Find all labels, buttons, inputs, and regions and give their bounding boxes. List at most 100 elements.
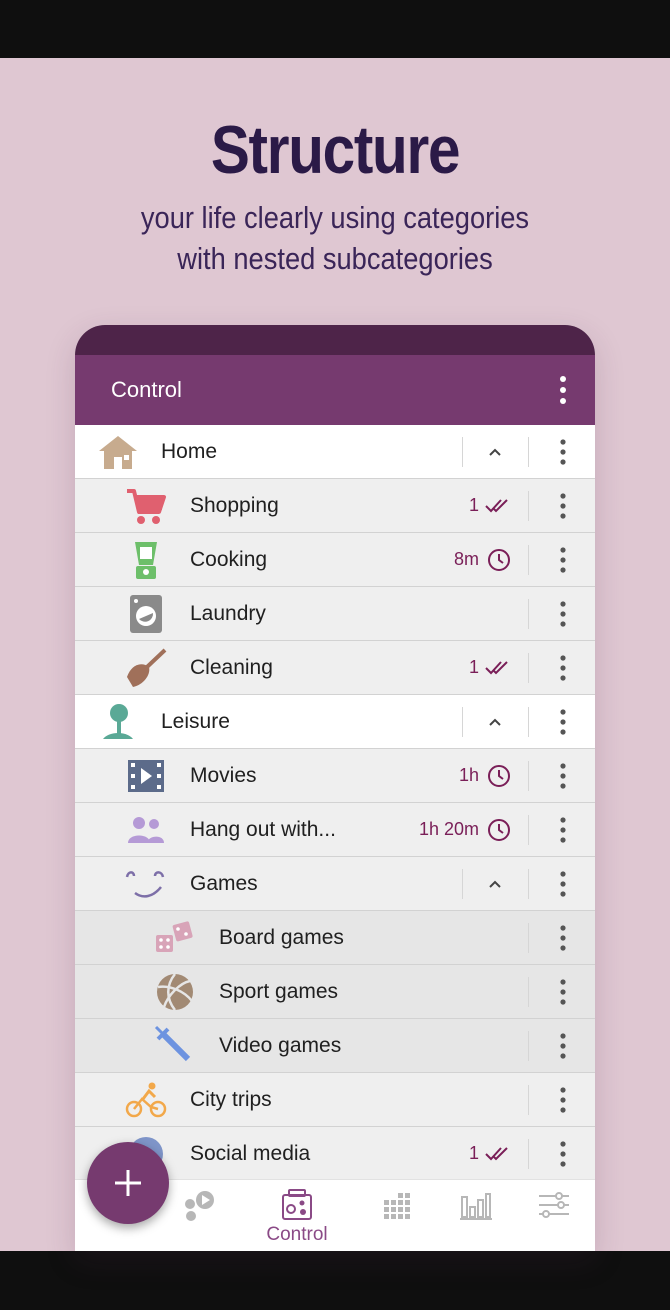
divider bbox=[528, 491, 529, 521]
category-list: Home Shopping 1 Cooking 8m Laundry Clean… bbox=[75, 425, 595, 1179]
nav-settings[interactable] bbox=[509, 1180, 595, 1251]
done-count: 1 bbox=[468, 657, 479, 677]
grid-icon bbox=[384, 1193, 410, 1219]
double-check-icon bbox=[485, 661, 508, 675]
more-vert-icon[interactable] bbox=[553, 869, 573, 899]
nav-control[interactable]: Control bbox=[252, 1180, 342, 1251]
app-bar: Control bbox=[75, 355, 595, 425]
chevron-up-icon[interactable] bbox=[485, 442, 505, 462]
divider bbox=[528, 545, 529, 575]
smiley-icon bbox=[125, 871, 165, 898]
more-vert-icon[interactable] bbox=[553, 923, 573, 953]
people-icon bbox=[128, 817, 164, 843]
category-label: Video games bbox=[219, 1034, 342, 1057]
sliders-icon bbox=[539, 1192, 569, 1218]
dice-icon bbox=[156, 921, 193, 952]
divider bbox=[528, 1085, 529, 1115]
category-label: Shopping bbox=[190, 494, 279, 517]
sword-icon bbox=[154, 1025, 191, 1062]
clock-icon bbox=[488, 819, 510, 841]
divider bbox=[462, 437, 463, 467]
time-spent: 8m bbox=[453, 549, 479, 569]
category-label: City trips bbox=[190, 1088, 272, 1111]
more-vert-icon[interactable] bbox=[553, 1085, 573, 1115]
more-vert-icon[interactable] bbox=[553, 761, 573, 791]
divider bbox=[528, 437, 529, 467]
clock-icon bbox=[488, 549, 510, 571]
category-row-board-games[interactable]: Board games bbox=[75, 911, 595, 965]
more-vert-icon[interactable] bbox=[553, 373, 573, 407]
tree-icon bbox=[103, 704, 133, 739]
category-row-games[interactable]: Games bbox=[75, 857, 595, 911]
more-vert-icon[interactable] bbox=[553, 815, 573, 845]
category-row-laundry[interactable]: Laundry bbox=[75, 587, 595, 641]
chevron-up-icon[interactable] bbox=[485, 712, 505, 732]
category-label: Games bbox=[190, 872, 258, 895]
divider bbox=[528, 599, 529, 629]
category-row-hang-out[interactable]: Hang out with... 1h 20m bbox=[75, 803, 595, 857]
divider bbox=[528, 923, 529, 953]
category-label: Sport games bbox=[219, 980, 339, 1003]
broom-icon bbox=[127, 648, 167, 687]
nav-grid[interactable] bbox=[352, 1180, 442, 1251]
divider bbox=[528, 1031, 529, 1061]
app-bar-title: Control bbox=[111, 377, 182, 402]
done-count: 1 bbox=[468, 495, 479, 515]
divider bbox=[528, 761, 529, 791]
chevron-up-icon[interactable] bbox=[485, 874, 505, 894]
more-vert-icon[interactable] bbox=[553, 545, 573, 575]
more-vert-icon[interactable] bbox=[553, 653, 573, 683]
category-label: Cleaning bbox=[190, 656, 273, 679]
category-row-cooking[interactable]: Cooking 8m bbox=[75, 533, 595, 587]
double-check-icon bbox=[485, 499, 508, 513]
more-vert-icon[interactable] bbox=[553, 437, 573, 467]
category-label: Movies bbox=[190, 764, 257, 787]
nav-control-label: Control bbox=[266, 1224, 328, 1245]
category-row-video-games[interactable]: Video games bbox=[75, 1019, 595, 1073]
double-check-icon bbox=[485, 1147, 508, 1161]
divider bbox=[528, 977, 529, 1007]
category-row-home[interactable]: Home bbox=[75, 425, 595, 479]
more-vert-icon[interactable] bbox=[553, 1031, 573, 1061]
promo-subline-1: your life clearly using categories bbox=[140, 200, 530, 235]
category-row-city-trips[interactable]: City trips bbox=[75, 1073, 595, 1127]
category-label: Hang out with... bbox=[190, 818, 336, 841]
category-row-cleaning[interactable]: Cleaning 1 bbox=[75, 641, 595, 695]
bar-chart-icon bbox=[460, 1193, 492, 1220]
more-vert-icon[interactable] bbox=[553, 1139, 573, 1169]
more-vert-icon[interactable] bbox=[553, 707, 573, 737]
time-spent: 1h 20m bbox=[418, 819, 479, 839]
divider bbox=[528, 1139, 529, 1169]
plus-icon bbox=[115, 1170, 141, 1196]
divider bbox=[462, 869, 463, 899]
category-label: Board games bbox=[219, 926, 344, 949]
nav-statistics[interactable] bbox=[431, 1180, 521, 1251]
add-button[interactable] bbox=[87, 1142, 169, 1224]
category-label: Laundry bbox=[190, 602, 266, 625]
status-bar bbox=[75, 325, 595, 355]
category-row-movies[interactable]: Movies 1h bbox=[75, 749, 595, 803]
clock-icon bbox=[488, 765, 510, 787]
category-row-shopping[interactable]: Shopping 1 bbox=[75, 479, 595, 533]
divider bbox=[528, 815, 529, 845]
washing-machine-icon bbox=[130, 595, 162, 633]
promo-subline-2: with nested subcategories bbox=[177, 241, 493, 276]
more-vert-icon[interactable] bbox=[553, 599, 573, 629]
category-label: Cooking bbox=[190, 548, 268, 571]
shopping-cart-icon bbox=[127, 489, 166, 524]
bicycle-icon bbox=[125, 1082, 167, 1118]
divider bbox=[528, 653, 529, 683]
category-row-sport-games[interactable]: Sport games bbox=[75, 965, 595, 1019]
control-icon bbox=[282, 1189, 312, 1220]
film-icon bbox=[128, 760, 164, 792]
divider bbox=[528, 869, 529, 899]
category-label: Home bbox=[161, 440, 218, 463]
promo-headline: Structure bbox=[210, 112, 461, 188]
done-count: 1 bbox=[468, 1143, 479, 1163]
divider bbox=[462, 707, 463, 737]
more-vert-icon[interactable] bbox=[553, 491, 573, 521]
phone-frame: Control Home Shopping 1 Cooking 8m Laund… bbox=[75, 325, 595, 1251]
category-row-leisure[interactable]: Leisure bbox=[75, 695, 595, 749]
more-vert-icon[interactable] bbox=[553, 977, 573, 1007]
category-label: Social media bbox=[190, 1142, 311, 1165]
